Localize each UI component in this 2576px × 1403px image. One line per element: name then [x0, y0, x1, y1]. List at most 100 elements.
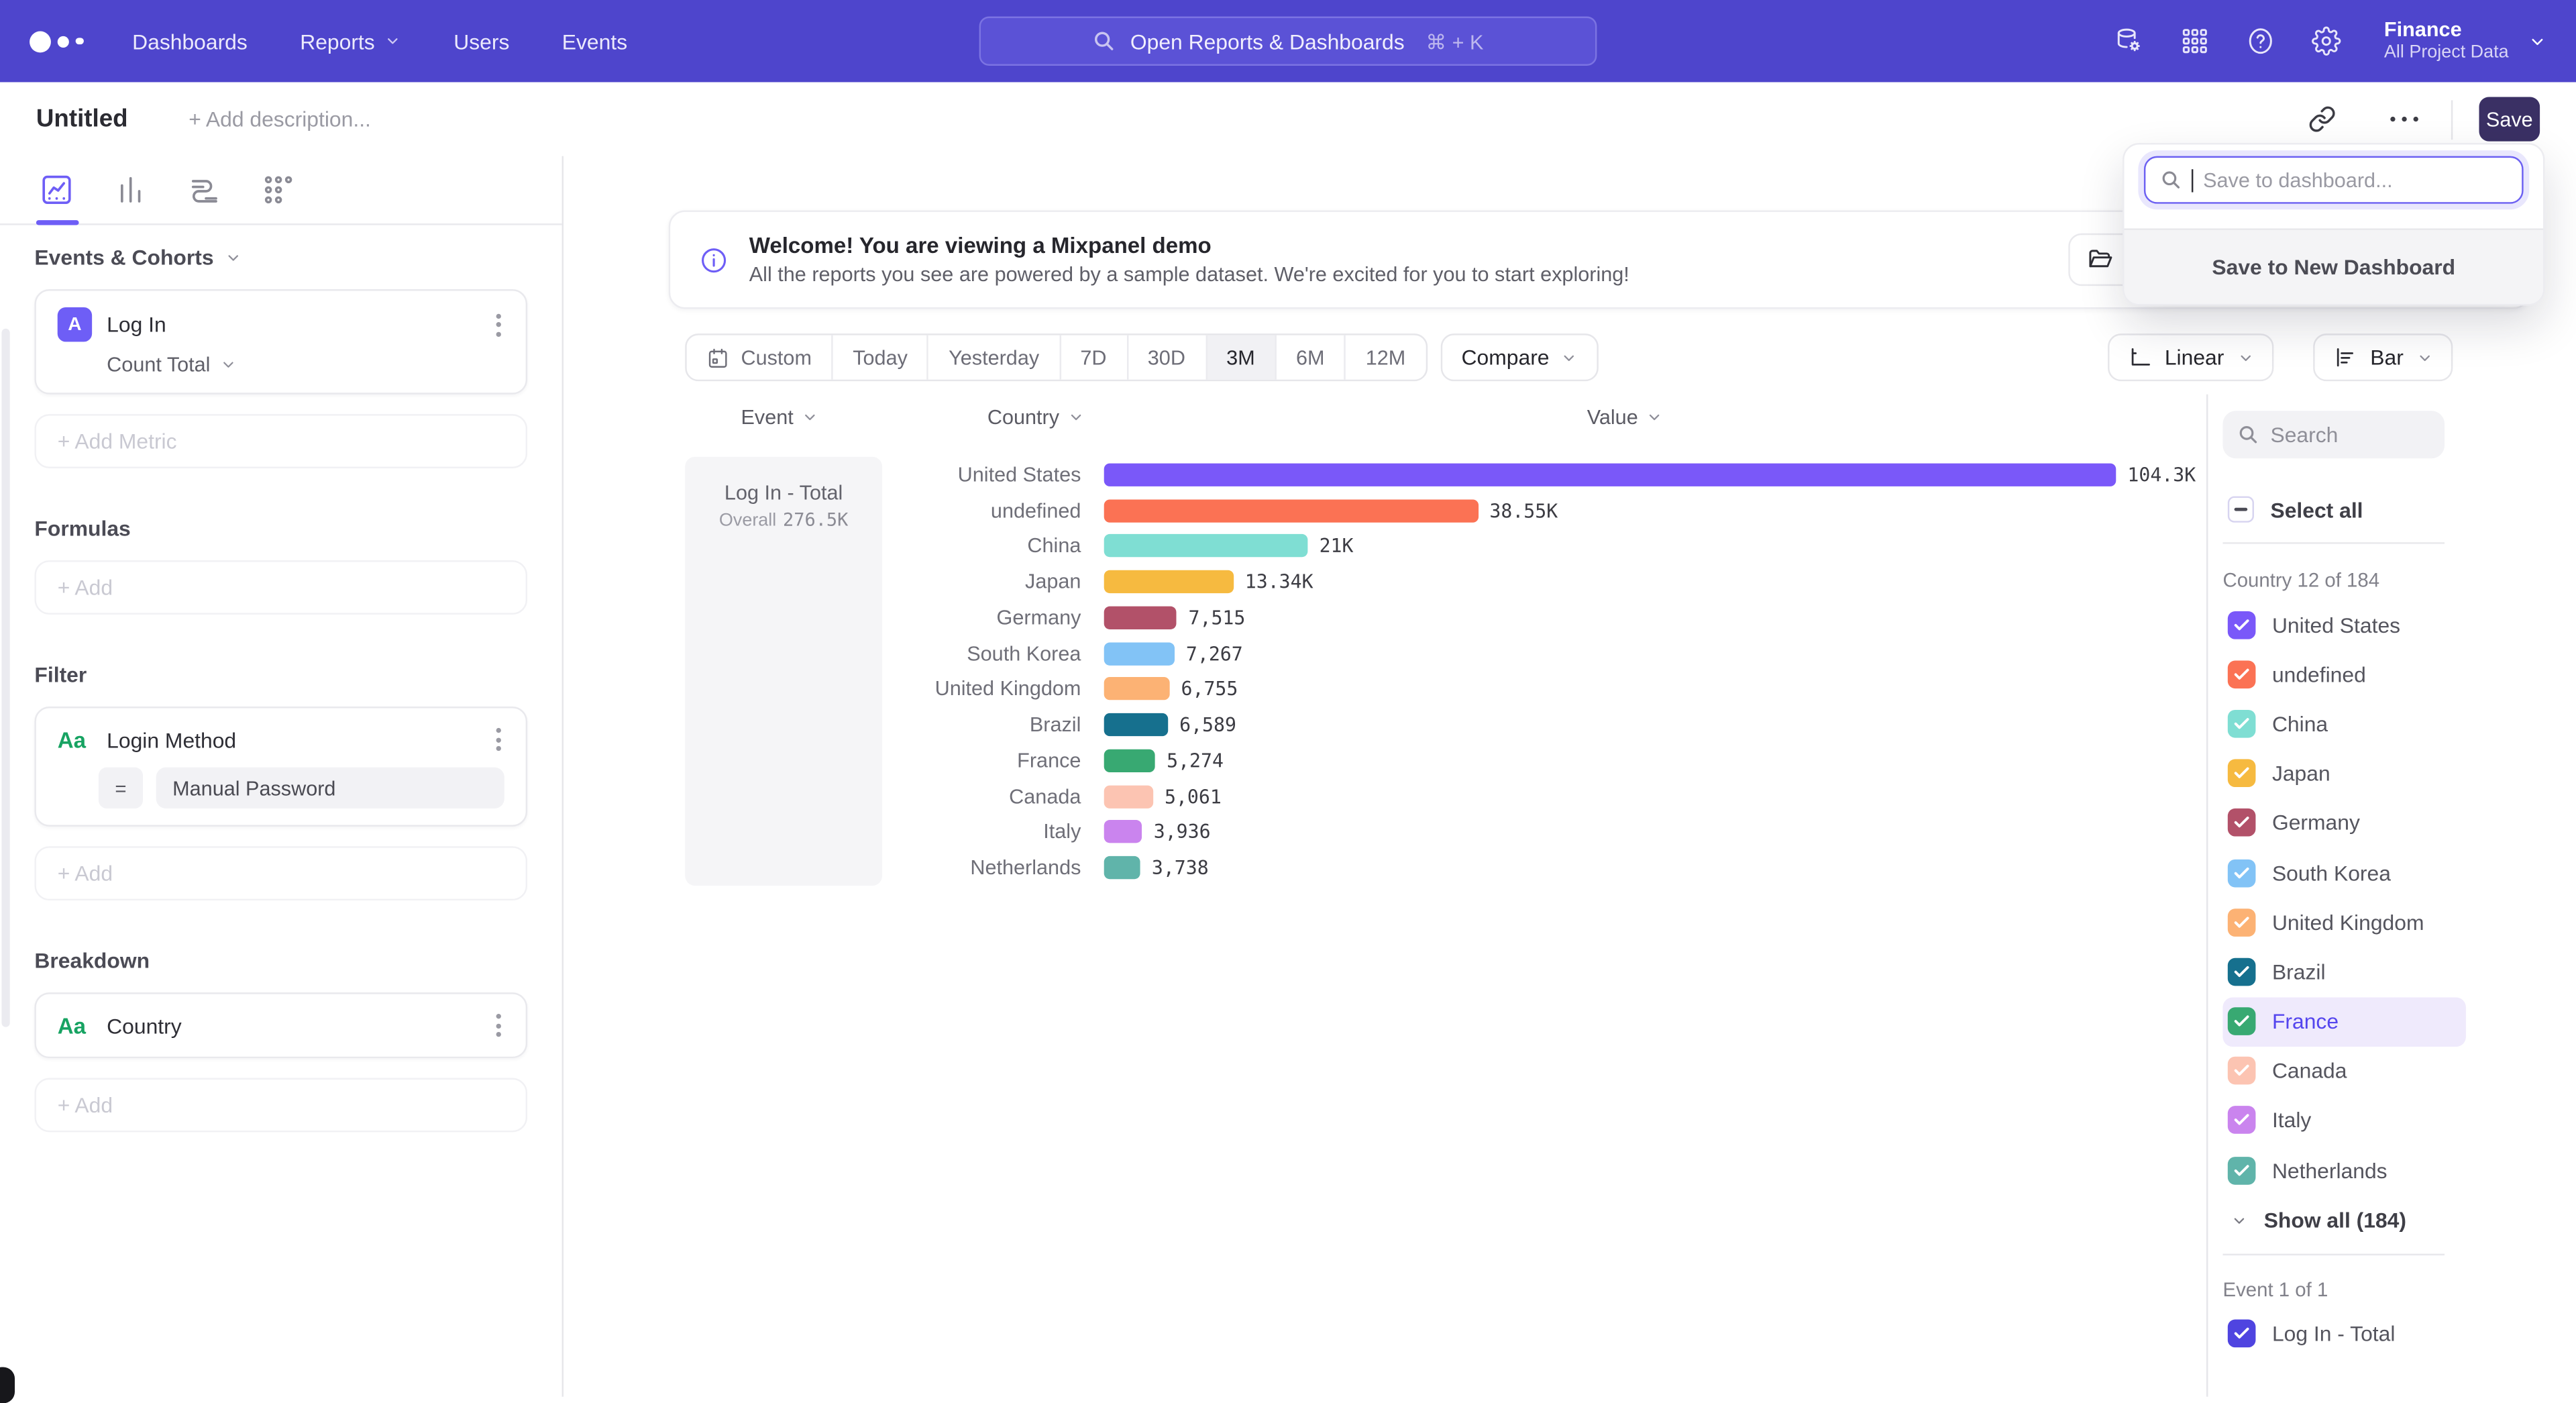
range-12m[interactable]: 12M — [1346, 335, 1425, 380]
nav-events[interactable]: Events — [562, 29, 627, 54]
range-today[interactable]: Today — [833, 335, 929, 380]
checkbox-checked[interactable] — [2228, 710, 2256, 738]
indeterminate-checkbox[interactable] — [2228, 497, 2254, 523]
legend-country-china[interactable]: China — [2222, 699, 2465, 749]
bar-south-korea[interactable] — [1104, 642, 1175, 665]
kebab-menu-icon[interactable] — [493, 725, 504, 754]
filter-property-name[interactable]: Login Method — [107, 727, 236, 752]
legend-country-italy[interactable]: Italy — [2222, 1096, 2465, 1145]
filter-operator[interactable]: = — [99, 768, 143, 809]
aggregation-selector[interactable]: Count Total — [107, 354, 504, 376]
metric-event-name[interactable]: Log In — [107, 312, 166, 337]
breakdown-property-name[interactable]: Country — [107, 1013, 182, 1038]
filter-card[interactable]: Aa Login Method = Manual Password — [34, 707, 527, 827]
legend-country-undefined[interactable]: undefined — [2222, 649, 2465, 699]
checkbox-checked[interactable] — [2228, 1156, 2256, 1184]
report-title[interactable]: Untitled — [36, 105, 128, 134]
select-all-row[interactable]: Select all — [2222, 497, 2576, 523]
column-header-country[interactable]: Country — [987, 406, 1084, 429]
tab-funnels[interactable] — [113, 156, 148, 223]
help-icon[interactable] — [2246, 26, 2275, 56]
bar-italy[interactable] — [1104, 821, 1142, 843]
bar-chart-area: Event Country Value — [564, 395, 2206, 1397]
range-30d[interactable]: 30D — [1128, 335, 1206, 380]
nav-users[interactable]: Users — [453, 29, 509, 54]
bar-germany[interactable] — [1104, 606, 1177, 629]
add-filter-button[interactable]: + Add — [34, 846, 527, 900]
chart-type-selector[interactable]: Bar — [2313, 333, 2453, 381]
legend-country-netherlands[interactable]: Netherlands — [2222, 1145, 2465, 1195]
add-breakdown-button[interactable]: + Add — [34, 1078, 527, 1133]
chevron-down-icon — [1561, 349, 1577, 365]
bar-japan[interactable] — [1104, 570, 1234, 593]
add-metric-button[interactable]: + Add Metric — [34, 414, 527, 468]
range-custom[interactable]: Custom — [687, 335, 833, 380]
save-to-new-dashboard-button[interactable]: Save to New Dashboard — [2125, 228, 2543, 304]
filter-value[interactable]: Manual Password — [156, 768, 504, 809]
more-options-icon[interactable] — [2390, 116, 2418, 122]
event-total-cell[interactable]: Log In - Total Overall276.5K — [685, 457, 882, 886]
legend-country-japan[interactable]: Japan — [2222, 749, 2465, 798]
checkbox-checked[interactable] — [2228, 1106, 2256, 1135]
bar-france[interactable] — [1104, 749, 1155, 772]
bottom-left-partial-widget[interactable] — [0, 1367, 15, 1403]
checkbox-checked[interactable] — [2228, 760, 2256, 788]
legend-country-south-korea[interactable]: South Korea — [2222, 848, 2465, 898]
global-search[interactable]: Open Reports & Dashboards ⌘ + K — [979, 16, 1597, 65]
events-cohorts-header[interactable]: Events & Cohorts — [34, 245, 527, 270]
chart-row-south-korea: South Korea7,267 — [685, 635, 2206, 671]
range-yesterday[interactable]: Yesterday — [929, 335, 1061, 380]
tab-retention[interactable] — [261, 156, 295, 223]
settings-gear-icon[interactable] — [2312, 26, 2341, 56]
range-7d[interactable]: 7D — [1061, 335, 1128, 380]
save-button[interactable]: Save — [2479, 97, 2540, 141]
compare-button[interactable]: Compare — [1440, 333, 1599, 381]
legend-country-canada[interactable]: Canada — [2222, 1046, 2465, 1096]
legend-country-germany[interactable]: Germany — [2222, 798, 2465, 848]
legend-event-log-in-total[interactable]: Log In - Total — [2222, 1308, 2465, 1358]
copy-link-icon[interactable] — [2308, 105, 2336, 134]
nav-dashboards[interactable]: Dashboards — [132, 29, 248, 54]
checkbox-checked[interactable] — [2228, 859, 2256, 887]
kebab-menu-icon[interactable] — [493, 1010, 504, 1040]
bar-brazil[interactable] — [1104, 713, 1168, 736]
bar-undefined[interactable] — [1104, 499, 1479, 522]
mixpanel-logo[interactable] — [30, 30, 83, 52]
column-header-event[interactable]: Event — [741, 406, 818, 429]
kebab-menu-icon[interactable] — [493, 310, 504, 340]
checkbox-checked[interactable] — [2228, 958, 2256, 986]
tab-insights[interactable] — [40, 156, 74, 223]
add-description[interactable]: + Add description... — [189, 107, 371, 132]
nav-reports[interactable]: Reports — [300, 29, 401, 54]
metric-card[interactable]: A Log In Count Total — [34, 289, 527, 395]
checkbox-checked[interactable] — [2228, 1057, 2256, 1085]
checkbox-checked[interactable] — [2228, 809, 2256, 837]
breakdown-card[interactable]: Aa Country — [34, 992, 527, 1058]
legend-country-united-states[interactable]: United States — [2222, 600, 2465, 649]
tab-flows[interactable] — [187, 156, 221, 223]
checkbox-checked[interactable] — [2228, 908, 2256, 937]
show-all-button[interactable]: Show all (184) — [2222, 1208, 2576, 1233]
column-header-value[interactable]: Value — [1587, 406, 1663, 429]
legend-country-brazil[interactable]: Brazil — [2222, 947, 2465, 996]
range-6m[interactable]: 6M — [1277, 335, 1346, 380]
range-3m[interactable]: 3M — [1207, 335, 1277, 380]
checkbox-checked[interactable] — [2228, 1319, 2256, 1347]
bar-united-states[interactable] — [1104, 463, 2116, 486]
bar-canada[interactable] — [1104, 785, 1153, 808]
save-dashboard-search-input[interactable]: Save to dashboard... — [2144, 156, 2524, 204]
checkbox-checked[interactable] — [2228, 1007, 2256, 1035]
bar-netherlands[interactable] — [1104, 856, 1140, 879]
checkbox-checked[interactable] — [2228, 611, 2256, 639]
scale-selector[interactable]: Linear — [2107, 333, 2273, 381]
checkbox-checked[interactable] — [2228, 660, 2256, 688]
bar-united-kingdom[interactable] — [1104, 678, 1170, 700]
apps-grid-icon[interactable] — [2180, 26, 2210, 56]
bar-china[interactable] — [1104, 535, 1308, 558]
legend-search-input[interactable]: Search — [2222, 411, 2445, 458]
data-management-icon[interactable] — [2114, 26, 2144, 56]
add-formula-button[interactable]: + Add — [34, 560, 527, 615]
legend-country-france[interactable]: France — [2222, 996, 2465, 1046]
legend-country-united-kingdom[interactable]: United Kingdom — [2222, 897, 2465, 947]
project-switcher[interactable]: Finance All Project Data — [2384, 18, 2546, 64]
